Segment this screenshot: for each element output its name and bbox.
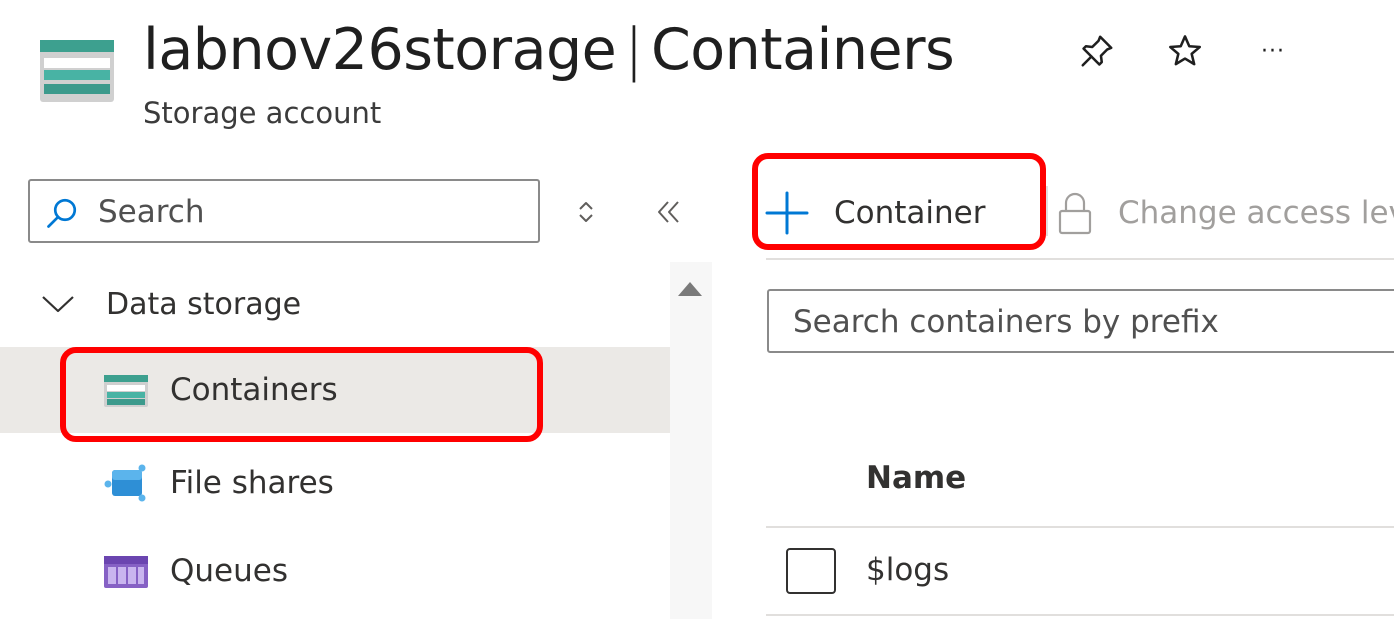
table-row-divider: [766, 614, 1394, 616]
search-icon: [47, 198, 77, 228]
scroll-up-arrow-icon[interactable]: [678, 282, 702, 296]
change-access-label: Change access lev: [1118, 195, 1394, 231]
sidebar-item-containers[interactable]: Containers: [0, 347, 670, 433]
sidebar-item-queues[interactable]: Queues: [0, 528, 670, 614]
sidebar-search-input[interactable]: [96, 189, 530, 235]
container-name-link[interactable]: $logs: [866, 552, 949, 588]
queues-icon: [104, 556, 148, 588]
sidebar-search[interactable]: [28, 179, 540, 243]
file-shares-icon: [104, 464, 146, 502]
row-select-checkbox[interactable]: [786, 548, 836, 594]
lock-icon: [1058, 192, 1092, 235]
more-icon: ···: [1261, 38, 1285, 64]
resource-type: Storage account: [143, 96, 382, 130]
containers-icon: [104, 375, 148, 407]
sort-toggle-button[interactable]: [566, 190, 606, 234]
column-header-name[interactable]: Name: [866, 460, 966, 496]
sidebar-item-label: File shares: [170, 465, 334, 501]
double-chevron-left-icon: [658, 201, 679, 223]
add-container-label: Container: [834, 195, 986, 231]
nav-group-data-storage[interactable]: Data storage: [40, 278, 640, 330]
change-access-level-button[interactable]: Change access lev: [1058, 170, 1394, 256]
pin-button[interactable]: [1074, 28, 1120, 74]
sort-icon: [579, 202, 593, 222]
add-container-button[interactable]: Container: [764, 170, 986, 256]
toolbar-divider: [1046, 186, 1048, 236]
favorite-button[interactable]: [1162, 28, 1208, 74]
plus-icon: [765, 191, 809, 235]
sidebar-item-file-shares[interactable]: File shares: [0, 440, 670, 526]
container-prefix-search[interactable]: [767, 289, 1394, 353]
title-separator: |: [624, 17, 643, 83]
pin-icon: [1081, 35, 1113, 67]
chevron-down-icon: [42, 296, 74, 313]
collapse-sidebar-button[interactable]: [648, 190, 688, 234]
toolbar-divider-line: [766, 258, 1394, 260]
container-prefix-input[interactable]: [791, 299, 1394, 345]
storage-account-icon: [40, 40, 114, 102]
resource-name: labnov26storage: [143, 17, 617, 83]
sidebar-item-label: Containers: [170, 372, 338, 408]
sidebar-item-label: Queues: [170, 553, 288, 589]
nav-group-label: Data storage: [106, 286, 302, 322]
star-icon: [1169, 35, 1201, 66]
more-button[interactable]: ···: [1250, 28, 1296, 74]
page-title: labnov26storage | Containers: [143, 10, 955, 90]
table-header-divider: [766, 526, 1394, 528]
page-name: Containers: [650, 17, 955, 83]
sidebar-scrollbar[interactable]: [670, 262, 712, 619]
